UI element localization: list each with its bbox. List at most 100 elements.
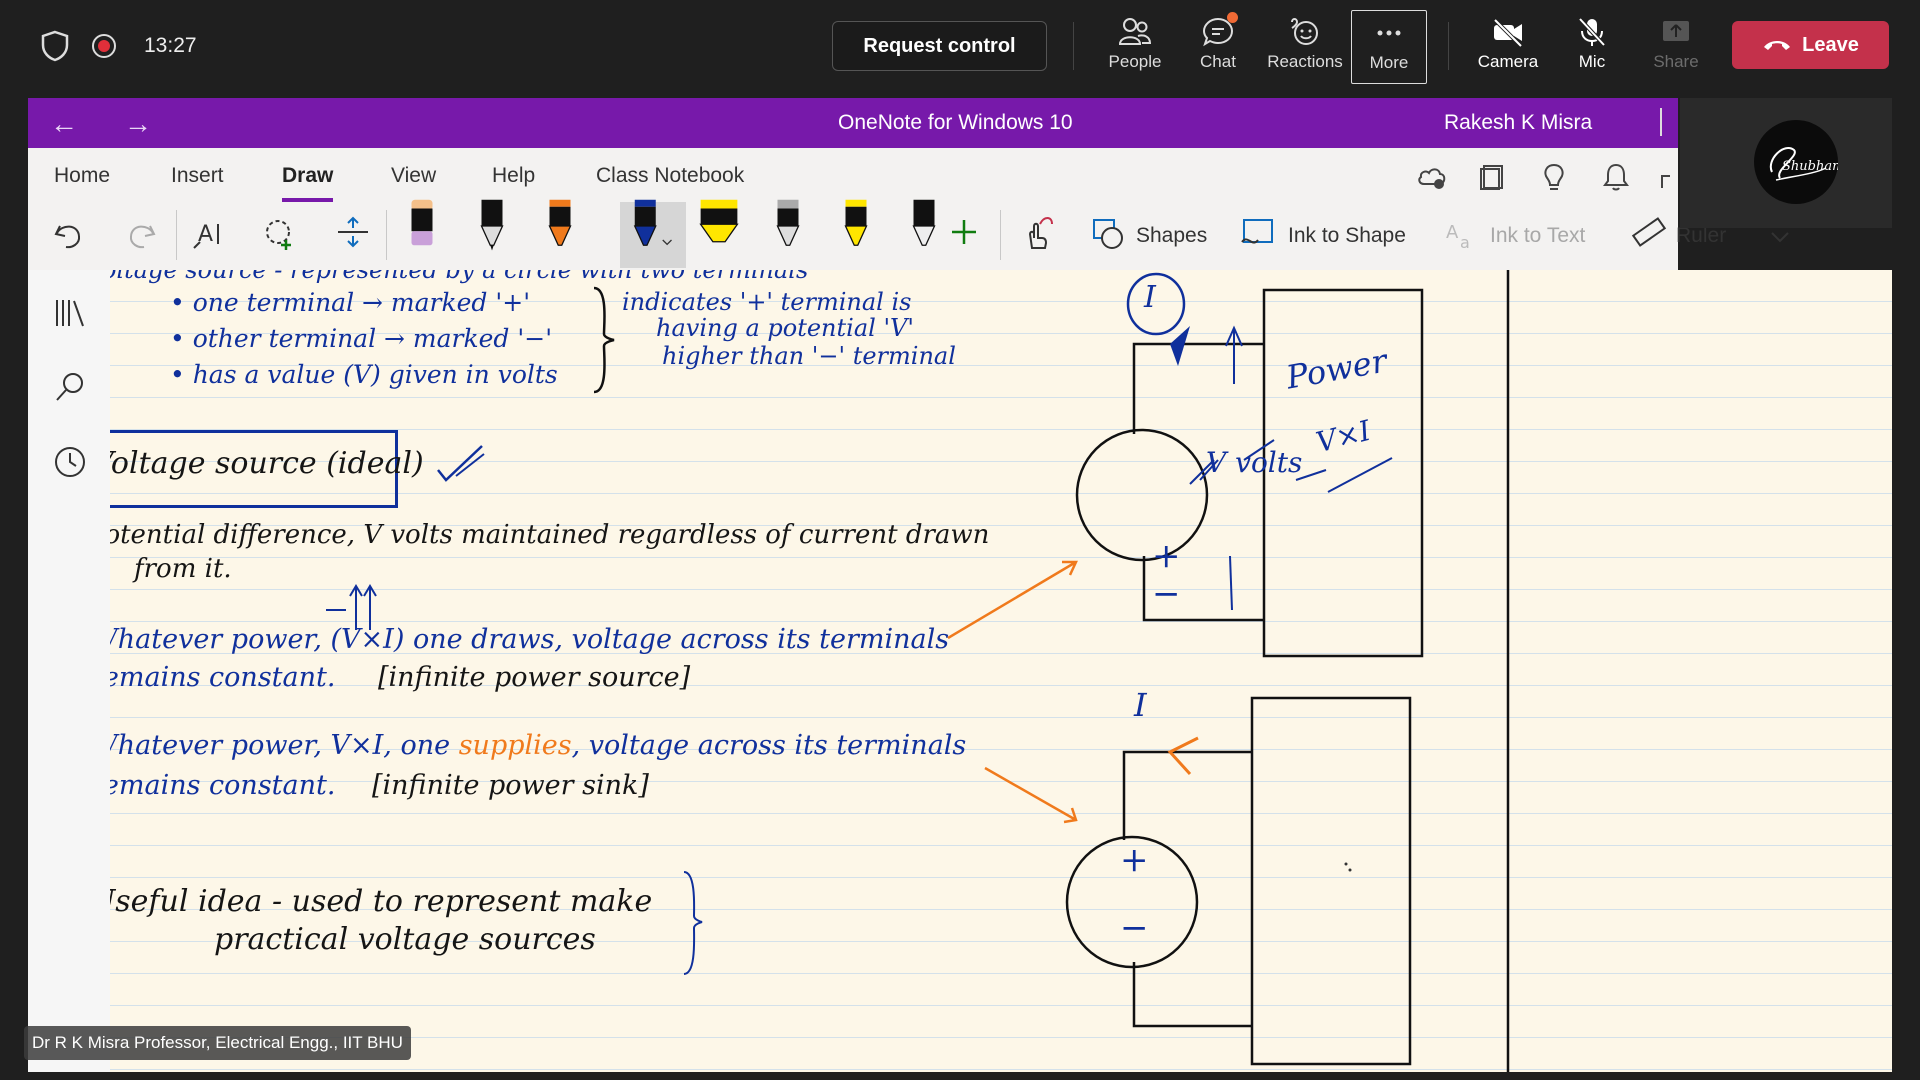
- ink-to-text-icon[interactable]: A a: [1442, 204, 1482, 260]
- title-divider: [1660, 108, 1662, 136]
- presenter-caption: Dr R K Misra Professor, Electrical Engg.…: [24, 1026, 411, 1060]
- notifications-bell-icon[interactable]: [1602, 162, 1630, 192]
- window-edge: [1892, 98, 1920, 1080]
- circuit2-top-wire: [1122, 750, 1252, 840]
- circuit1-top-wire: [1132, 342, 1264, 434]
- onenote-title-bar: ← → OneNote for Windows 10 Rakesh K Misr…: [28, 98, 1678, 148]
- more-icon: [1377, 30, 1401, 36]
- share-button[interactable]: Share: [1640, 10, 1712, 82]
- type-text-icon[interactable]: A: [188, 204, 230, 260]
- circuit2-load-box: [1250, 696, 1412, 1066]
- reactions-icon: [1291, 18, 1318, 45]
- divider: [176, 210, 177, 260]
- ink-to-shape-label[interactable]: Ink to Shape: [1288, 224, 1406, 248]
- circuit1-plus: +: [1152, 536, 1181, 576]
- lightbulb-icon[interactable]: [1540, 162, 1568, 192]
- phone-hangup-icon: [1762, 22, 1792, 70]
- circuit1-current-arrowhead: [1170, 326, 1190, 366]
- tab-view[interactable]: View: [391, 164, 436, 188]
- circuit2-orange-arrowhead: [1167, 736, 1199, 776]
- circuit2-minus: −: [1120, 908, 1149, 948]
- divider: [1448, 22, 1449, 70]
- shapes-label[interactable]: Shapes: [1136, 224, 1207, 248]
- divider: [1000, 210, 1001, 260]
- people-icon: [1118, 18, 1152, 45]
- people-button[interactable]: People: [1098, 10, 1172, 82]
- recording-indicator-icon: [92, 34, 116, 58]
- circuit2-current-label: I: [1134, 686, 1147, 724]
- add-space-icon[interactable]: [334, 204, 372, 260]
- circuit2-plus: +: [1120, 840, 1149, 880]
- ink-to-text-label[interactable]: Ink to Text: [1490, 224, 1585, 248]
- divider: [1073, 22, 1074, 70]
- orange-arrow-2: [984, 766, 1078, 824]
- more-button[interactable]: More: [1351, 10, 1427, 84]
- circuit1-current-label: I: [1144, 280, 1156, 315]
- ribbon: Home Insert Draw View Help Class Noteboo…: [28, 148, 1726, 270]
- chat-notification-dot: [1227, 12, 1238, 23]
- tab-insert[interactable]: Insert: [171, 164, 224, 188]
- blue-pen-icon[interactable]: [626, 198, 682, 254]
- bottom-edge: [0, 1072, 1920, 1080]
- participant-avatar: Shubham: [1754, 120, 1844, 204]
- shield-icon: [41, 30, 69, 62]
- circuit1-voltage-source: [1075, 428, 1209, 562]
- recent-history-icon[interactable]: [52, 444, 88, 480]
- tab-help[interactable]: Help: [492, 164, 535, 188]
- circuit1-voltage-mark: V volts: [1206, 446, 1303, 479]
- svg-text:A: A: [198, 222, 213, 247]
- circuit-diagrams: [947, 270, 1510, 1072]
- user-name[interactable]: Rakesh K Misra: [1444, 111, 1592, 135]
- self-video-tile[interactable]: Shubham: [1680, 98, 1912, 228]
- request-control-button[interactable]: Request control: [832, 21, 1047, 71]
- orange-pen-icon[interactable]: [542, 198, 578, 254]
- circuit2-bottom-wire: [1132, 962, 1252, 1028]
- circuit1-up-arrow: [1225, 325, 1243, 384]
- svg-text:a: a: [1460, 233, 1470, 252]
- tab-class-notebook[interactable]: Class Notebook: [596, 164, 744, 188]
- yellow-pen-icon[interactable]: [838, 198, 874, 254]
- divider: [386, 210, 387, 260]
- lasso-select-icon[interactable]: [260, 204, 302, 260]
- leave-button[interactable]: Leave: [1732, 21, 1889, 69]
- touch-drawing-icon[interactable]: [1018, 204, 1058, 260]
- svg-text:A: A: [1446, 222, 1459, 243]
- back-arrow-icon[interactable]: ←: [50, 108, 78, 140]
- ink-to-shape-icon[interactable]: [1238, 204, 1278, 260]
- eraser-pen-icon[interactable]: [404, 198, 440, 254]
- black-pen-icon[interactable]: [474, 198, 510, 254]
- shapes-icon[interactable]: [1088, 204, 1128, 260]
- mic-button[interactable]: Mic: [1556, 10, 1628, 82]
- black-marker-icon[interactable]: [906, 198, 942, 254]
- camera-off-icon: [1493, 18, 1523, 48]
- redo-icon[interactable]: [122, 204, 162, 260]
- svg-text:Shubham: Shubham: [1782, 159, 1838, 174]
- gray-pencil-icon[interactable]: [770, 198, 806, 254]
- forward-arrow-icon[interactable]: →: [124, 108, 152, 140]
- notebooks-icon[interactable]: [1478, 162, 1508, 192]
- share-page-icon[interactable]: [1660, 166, 1678, 192]
- signature-logo-icon: Shubham: [1769, 147, 1844, 181]
- ruler-icon[interactable]: [1628, 204, 1668, 260]
- meeting-control-bar: 13:27 Request control People Chat Reacti…: [0, 0, 1920, 96]
- chevron-down-icon[interactable]: [1770, 230, 1790, 244]
- note-canvas[interactable]: oltage source - represented by a circle …: [110, 270, 1892, 1072]
- circuit1-minus: −: [1152, 574, 1181, 614]
- tab-draw[interactable]: Draw: [282, 164, 334, 202]
- share-icon: [1663, 21, 1689, 41]
- add-pen-icon[interactable]: [946, 204, 982, 260]
- reactions-button[interactable]: Reactions: [1265, 10, 1345, 82]
- chat-button[interactable]: Chat: [1181, 10, 1255, 82]
- undo-icon[interactable]: [48, 204, 88, 260]
- tab-home[interactable]: Home: [54, 164, 110, 188]
- camera-button[interactable]: Camera: [1472, 10, 1544, 82]
- orange-arrow-1: [947, 560, 1078, 640]
- search-icon[interactable]: [52, 370, 88, 406]
- yellow-highlighter-icon[interactable]: [694, 198, 744, 254]
- meeting-timer: 13:27: [144, 34, 197, 57]
- sync-status-icon[interactable]: [1416, 162, 1448, 192]
- mic-off-icon: [1578, 17, 1606, 47]
- notebooks-library-icon[interactable]: [52, 296, 88, 330]
- circuit1-current-circle: [1126, 272, 1186, 336]
- onenote-left-nav: [28, 270, 110, 1072]
